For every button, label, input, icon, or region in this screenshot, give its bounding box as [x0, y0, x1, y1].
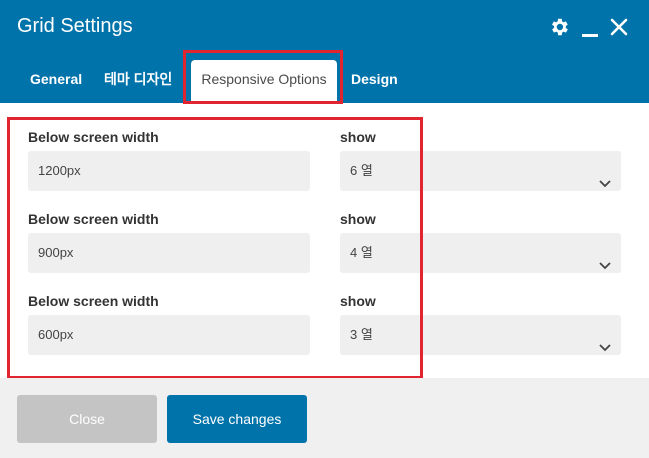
highlight-box-content [7, 117, 423, 379]
gear-icon[interactable] [548, 16, 570, 38]
chevron-down-icon [599, 247, 611, 287]
highlight-box-tab [183, 50, 343, 104]
minimize-icon[interactable] [582, 16, 598, 38]
header-controls [536, 15, 628, 39]
close-icon[interactable] [610, 18, 628, 36]
tab-theme-design[interactable]: 테마 디자인 [104, 60, 172, 103]
dialog-footer: Close Save changes [0, 378, 649, 458]
chevron-down-icon [599, 165, 611, 205]
save-changes-button[interactable]: Save changes [167, 395, 307, 443]
dialog-title: Grid Settings [17, 15, 133, 37]
tab-design[interactable]: Design [351, 60, 398, 103]
tab-general[interactable]: General [30, 60, 82, 103]
chevron-down-icon [599, 329, 611, 369]
close-button[interactable]: Close [17, 395, 157, 443]
